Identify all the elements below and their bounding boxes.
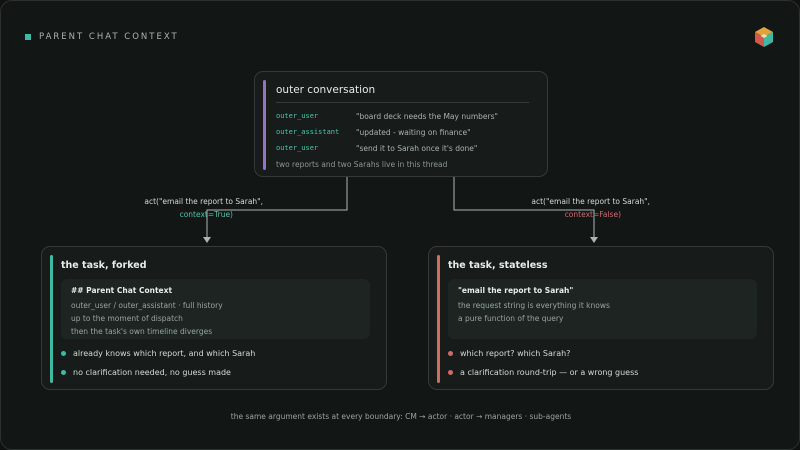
right-call-line: act("email the report to Sarah", [531, 197, 650, 206]
stateless-bullet: a clarification round-trip — or a wrong … [448, 368, 638, 377]
forked-context-heading: ## Parent Chat Context [71, 286, 173, 295]
stateless-accent-bar [437, 255, 440, 383]
stateless-request-line: a pure function of the query [458, 314, 564, 323]
forked-context-line: outer_user / outer_assistant · full hist… [71, 301, 223, 310]
diagram-frame: PARENT CHAT CONTEXT outer conversation o… [0, 0, 800, 450]
forked-context-line: then the task's own timeline diverges [71, 327, 213, 336]
message-text: "send it to Sarah once it's done" [356, 144, 478, 153]
left-call-label: act("email the report to Sarah", context… [121, 195, 263, 221]
stateless-request-box: "email the report to Sarah" the request … [448, 279, 757, 339]
forked-task-card: the task, forked ## Parent Chat Context … [41, 246, 387, 390]
footer-caption: the same argument exists at every bounda… [230, 412, 572, 421]
left-call-line: act("email the report to Sarah", [144, 197, 263, 206]
forked-context-box: ## Parent Chat Context outer_user / oute… [61, 279, 370, 339]
stateless-bullet-text: which report? which Sarah? [460, 349, 571, 358]
outer-note: two reports and two Sarahs live in this … [276, 160, 448, 169]
outer-conversation-card: outer conversation outer_user "board dec… [254, 71, 548, 177]
right-call-context: context=False) [564, 210, 621, 219]
outer-divider [276, 102, 529, 103]
forked-bullet-text: already knows which report, and which Sa… [73, 349, 256, 358]
message-text: "updated - waiting on finance" [356, 128, 471, 137]
message-row: outer_assistant "updated - waiting on fi… [276, 128, 471, 137]
stateless-title: the task, stateless [448, 260, 548, 271]
bullet-dot-icon [448, 370, 453, 375]
forked-title: the task, forked [61, 260, 147, 271]
bullet-dot-icon [61, 370, 66, 375]
stateless-bullet-text: a clarification round-trip — or a wrong … [460, 368, 639, 377]
message-role: outer_assistant [276, 128, 340, 136]
message-text: "board deck needs the May numbers" [356, 112, 498, 121]
left-call-context: context=True) [179, 210, 233, 219]
message-role: outer_user [276, 144, 319, 152]
forked-bullet: already knows which report, and which Sa… [61, 349, 255, 358]
bullet-dot-icon [61, 351, 66, 356]
outer-title: outer conversation [276, 84, 376, 96]
forked-context-line: up to the moment of dispatch [71, 314, 183, 323]
message-row: outer_user "board deck needs the May num… [276, 112, 498, 121]
forked-bullet: no clarification needed, no guess made [61, 368, 231, 377]
forked-accent-bar [50, 255, 53, 383]
stateless-request-line: the request string is everything it know… [458, 301, 610, 310]
stateless-bullet: which report? which Sarah? [448, 349, 570, 358]
stateless-task-card: the task, stateless "email the report to… [428, 246, 774, 390]
right-call-label: act("email the report to Sarah", context… [506, 195, 650, 221]
outer-accent-bar [263, 80, 266, 170]
message-role: outer_user [276, 112, 319, 120]
forked-bullet-text: no clarification needed, no guess made [73, 368, 231, 377]
stateless-request-heading: "email the report to Sarah" [458, 286, 574, 295]
bullet-dot-icon [448, 351, 453, 356]
message-row: outer_user "send it to Sarah once it's d… [276, 144, 477, 153]
